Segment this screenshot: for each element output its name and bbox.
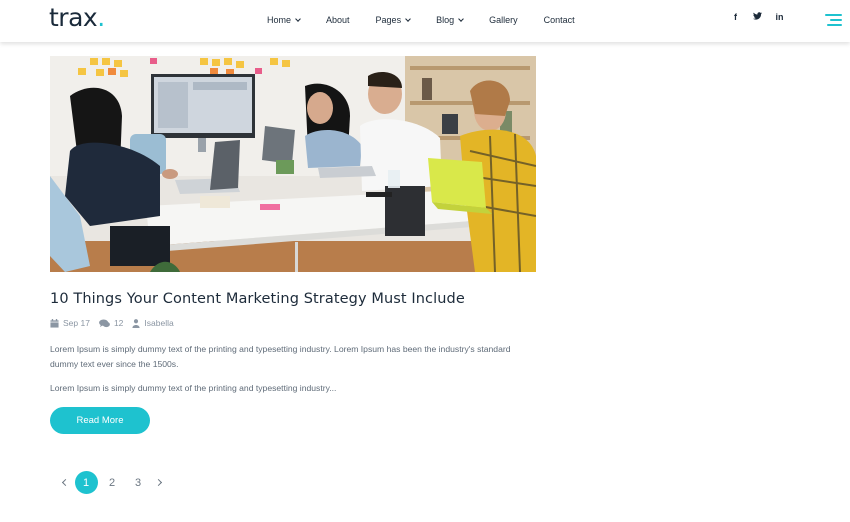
post-comments[interactable]: 12 <box>99 318 123 328</box>
calendar-icon <box>50 318 59 328</box>
nav-item-label: Home <box>267 15 292 25</box>
chevron-down-icon <box>295 16 301 22</box>
page-number[interactable]: 1 <box>74 471 98 494</box>
main-nav: Home About Pages Blog Gallery Contact <box>267 13 601 27</box>
pagination: 1 2 3 <box>55 471 169 494</box>
social-links: f in <box>731 12 797 22</box>
comments-icon <box>99 318 110 327</box>
nav-item-blog[interactable]: Blog <box>436 15 464 25</box>
site-logo[interactable]: trax. <box>49 2 105 34</box>
page-number[interactable]: 2 <box>101 471 124 494</box>
facebook-icon[interactable]: f <box>731 12 740 22</box>
prev-page-button[interactable] <box>55 471 73 494</box>
nav-item-about[interactable]: About <box>326 15 350 25</box>
nav-item-gallery[interactable]: Gallery <box>489 15 518 25</box>
read-more-button[interactable]: Read More <box>50 407 150 434</box>
nav-item-pages[interactable]: Pages <box>376 15 411 25</box>
nav-item-label: Pages <box>375 15 402 25</box>
post-author[interactable]: Isabella <box>132 318 174 328</box>
nav-item-label: Gallery <box>489 15 518 25</box>
chevron-down-icon <box>405 16 411 22</box>
post-date-text: Sep 17 <box>63 318 90 328</box>
hamburger-menu-icon[interactable] <box>825 13 842 26</box>
logo-text: trax <box>49 3 98 32</box>
post-excerpt: Lorem Ipsum is simply dummy text of the … <box>50 383 337 393</box>
page-number[interactable]: 3 <box>127 471 150 494</box>
chevron-down-icon <box>458 16 464 22</box>
logo-dot: . <box>97 3 105 32</box>
chevron-left-icon <box>61 478 70 487</box>
post-title[interactable]: 10 Things Your Content Marketing Strateg… <box>50 291 550 307</box>
nav-item-label: Contact <box>543 15 575 25</box>
twitter-icon[interactable] <box>753 12 762 22</box>
post-featured-image[interactable] <box>50 56 536 272</box>
nav-item-label: About <box>326 15 350 25</box>
post-meta: Sep 17 12 Isabella <box>50 318 183 328</box>
nav-item-home[interactable]: Home <box>267 15 301 25</box>
post-excerpt: Lorem Ipsum is simply dummy text of the … <box>50 344 511 369</box>
post-author-name: Isabella <box>144 318 174 328</box>
chevron-right-icon <box>154 478 163 487</box>
site-header: trax. Home About Pages Blog Gallery Cont… <box>0 0 850 42</box>
linkedin-icon[interactable]: in <box>775 12 784 22</box>
nav-item-label: Blog <box>436 15 455 25</box>
post-date: Sep 17 <box>50 318 90 328</box>
post-comments-count: 12 <box>113 318 124 328</box>
user-icon <box>132 318 141 328</box>
next-page-button[interactable] <box>151 471 169 494</box>
nav-item-contact[interactable]: Contact <box>544 15 575 25</box>
